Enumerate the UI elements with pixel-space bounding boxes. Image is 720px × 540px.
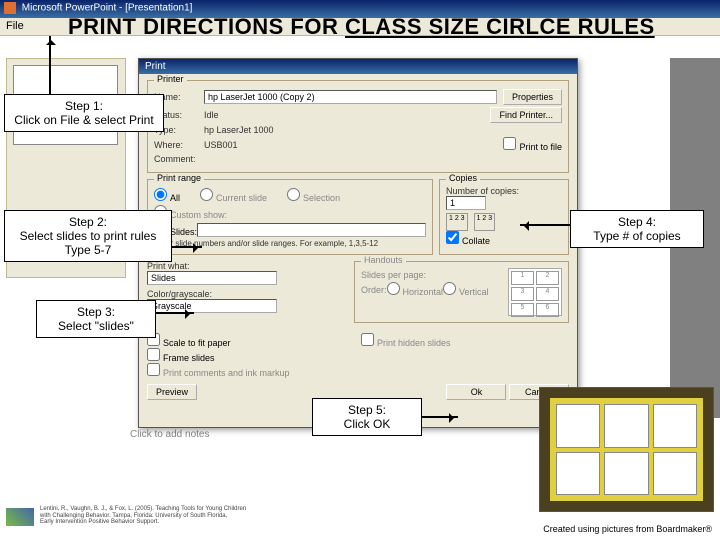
step2-title: Step 2: <box>13 215 163 229</box>
step3-title: Step 3: <box>45 305 147 319</box>
footer-citation: Lentini, R., Vaughn, B. J., & Fox, L. (2… <box>40 506 360 526</box>
preview-button[interactable]: Preview <box>147 384 197 400</box>
callout-step1: Step 1: Click on File & select Print <box>4 94 164 132</box>
print-dialog: Print Printer Name: hp LaserJet 1000 (Co… <box>138 58 578 428</box>
app-title-text: Microsoft PowerPoint - [Presentation1] <box>22 3 193 14</box>
heading-prefix: PRINT DIRECTIONS FOR <box>68 14 345 39</box>
footer-logo-icon <box>6 508 34 526</box>
frame-check[interactable]: Frame slides <box>147 353 215 363</box>
print-what-combo[interactable]: Slides <box>147 271 277 285</box>
step5-text: Click OK <box>321 417 413 431</box>
find-printer-button[interactable]: Find Printer... <box>490 107 562 123</box>
comments-check: Print comments and ink markup <box>147 368 290 378</box>
order-vertical-radio: Vertical <box>443 282 489 297</box>
arrow-step5 <box>422 416 458 418</box>
callout-step2: Step 2: Select slides to print rules Typ… <box>4 210 172 262</box>
arrow-step4 <box>520 224 570 226</box>
print-range-fieldset: Print range All Current slide Selection … <box>147 179 433 255</box>
print-what-label: Print what: <box>147 261 348 271</box>
footer-credit: Created using pictures from Boardmaker® <box>543 524 712 534</box>
powerpoint-icon <box>4 2 16 14</box>
example-photo <box>539 387 714 512</box>
printer-fieldset: Printer Name: hp LaserJet 1000 (Copy 2) … <box>147 80 569 173</box>
order-horizontal-radio: Horizontal <box>387 282 444 297</box>
ok-button[interactable]: Ok <box>446 384 506 400</box>
dialog-title: Print <box>139 59 577 74</box>
handouts-legend: Handouts <box>361 255 406 265</box>
step4-title: Step 4: <box>579 215 695 229</box>
callout-step3: Step 3: Select "slides" <box>36 300 156 338</box>
arrow-step1 <box>49 36 51 94</box>
type-value: hp LaserJet 1000 <box>204 125 274 135</box>
collate-check[interactable]: Collate <box>446 236 490 246</box>
arrow-step2 <box>172 246 202 248</box>
step2-text2: Type 5-7 <box>13 243 163 257</box>
where-value: USB001 <box>204 140 238 150</box>
color-label: Color/grayscale: <box>147 289 348 299</box>
step4-text: Type # of copies <box>579 229 695 243</box>
callout-step4: Step 4: Type # of copies <box>570 210 704 248</box>
where-label: Where: <box>154 140 204 150</box>
hidden-check: Print hidden slides <box>361 338 451 348</box>
copies-label: Number of copies: <box>446 186 562 196</box>
printer-legend: Printer <box>154 74 187 84</box>
step1-title: Step 1: <box>13 99 155 113</box>
handouts-preview: 123456 <box>508 268 562 316</box>
scale-check[interactable]: Scale to fit paper <box>147 338 231 348</box>
printer-name-combo[interactable]: hp LaserJet 1000 (Copy 2) <box>204 90 497 104</box>
arrow-step3 <box>156 312 194 314</box>
heading-underlined: CLASS SIZE CIRLCE RULES <box>345 14 655 39</box>
print-to-file-check[interactable]: Print to file <box>503 137 562 152</box>
range-legend: Print range <box>154 173 204 183</box>
step3-text: Select "slides" <box>45 319 147 333</box>
callout-step5: Step 5: Click OK <box>312 398 422 436</box>
step2-text1: Select slides to print rules <box>13 229 163 243</box>
range-selection-radio[interactable]: Selection <box>287 188 340 203</box>
comment-label: Comment: <box>154 154 204 164</box>
color-combo[interactable]: Grayscale <box>147 299 277 313</box>
step1-text: Click on File & select Print <box>13 113 155 127</box>
copies-input[interactable] <box>446 196 486 210</box>
status-value: Idle <box>204 110 219 120</box>
range-current-radio[interactable]: Current slide <box>200 188 267 203</box>
menu-file[interactable]: File <box>6 20 24 32</box>
copies-fieldset: Copies Number of copies: 1 2 3 1 2 3 Col… <box>439 179 569 255</box>
range-all-radio[interactable]: All <box>154 188 180 203</box>
page-title: PRINT DIRECTIONS FOR CLASS SIZE CIRLCE R… <box>68 14 710 40</box>
handouts-fieldset: Handouts Slides per page: Order: Horizon… <box>354 261 569 323</box>
step5-title: Step 5: <box>321 403 413 417</box>
copies-legend: Copies <box>446 173 480 183</box>
properties-button[interactable]: Properties <box>503 89 562 105</box>
slides-input[interactable] <box>197 223 426 237</box>
notes-placeholder[interactable]: Click to add notes <box>130 429 210 440</box>
